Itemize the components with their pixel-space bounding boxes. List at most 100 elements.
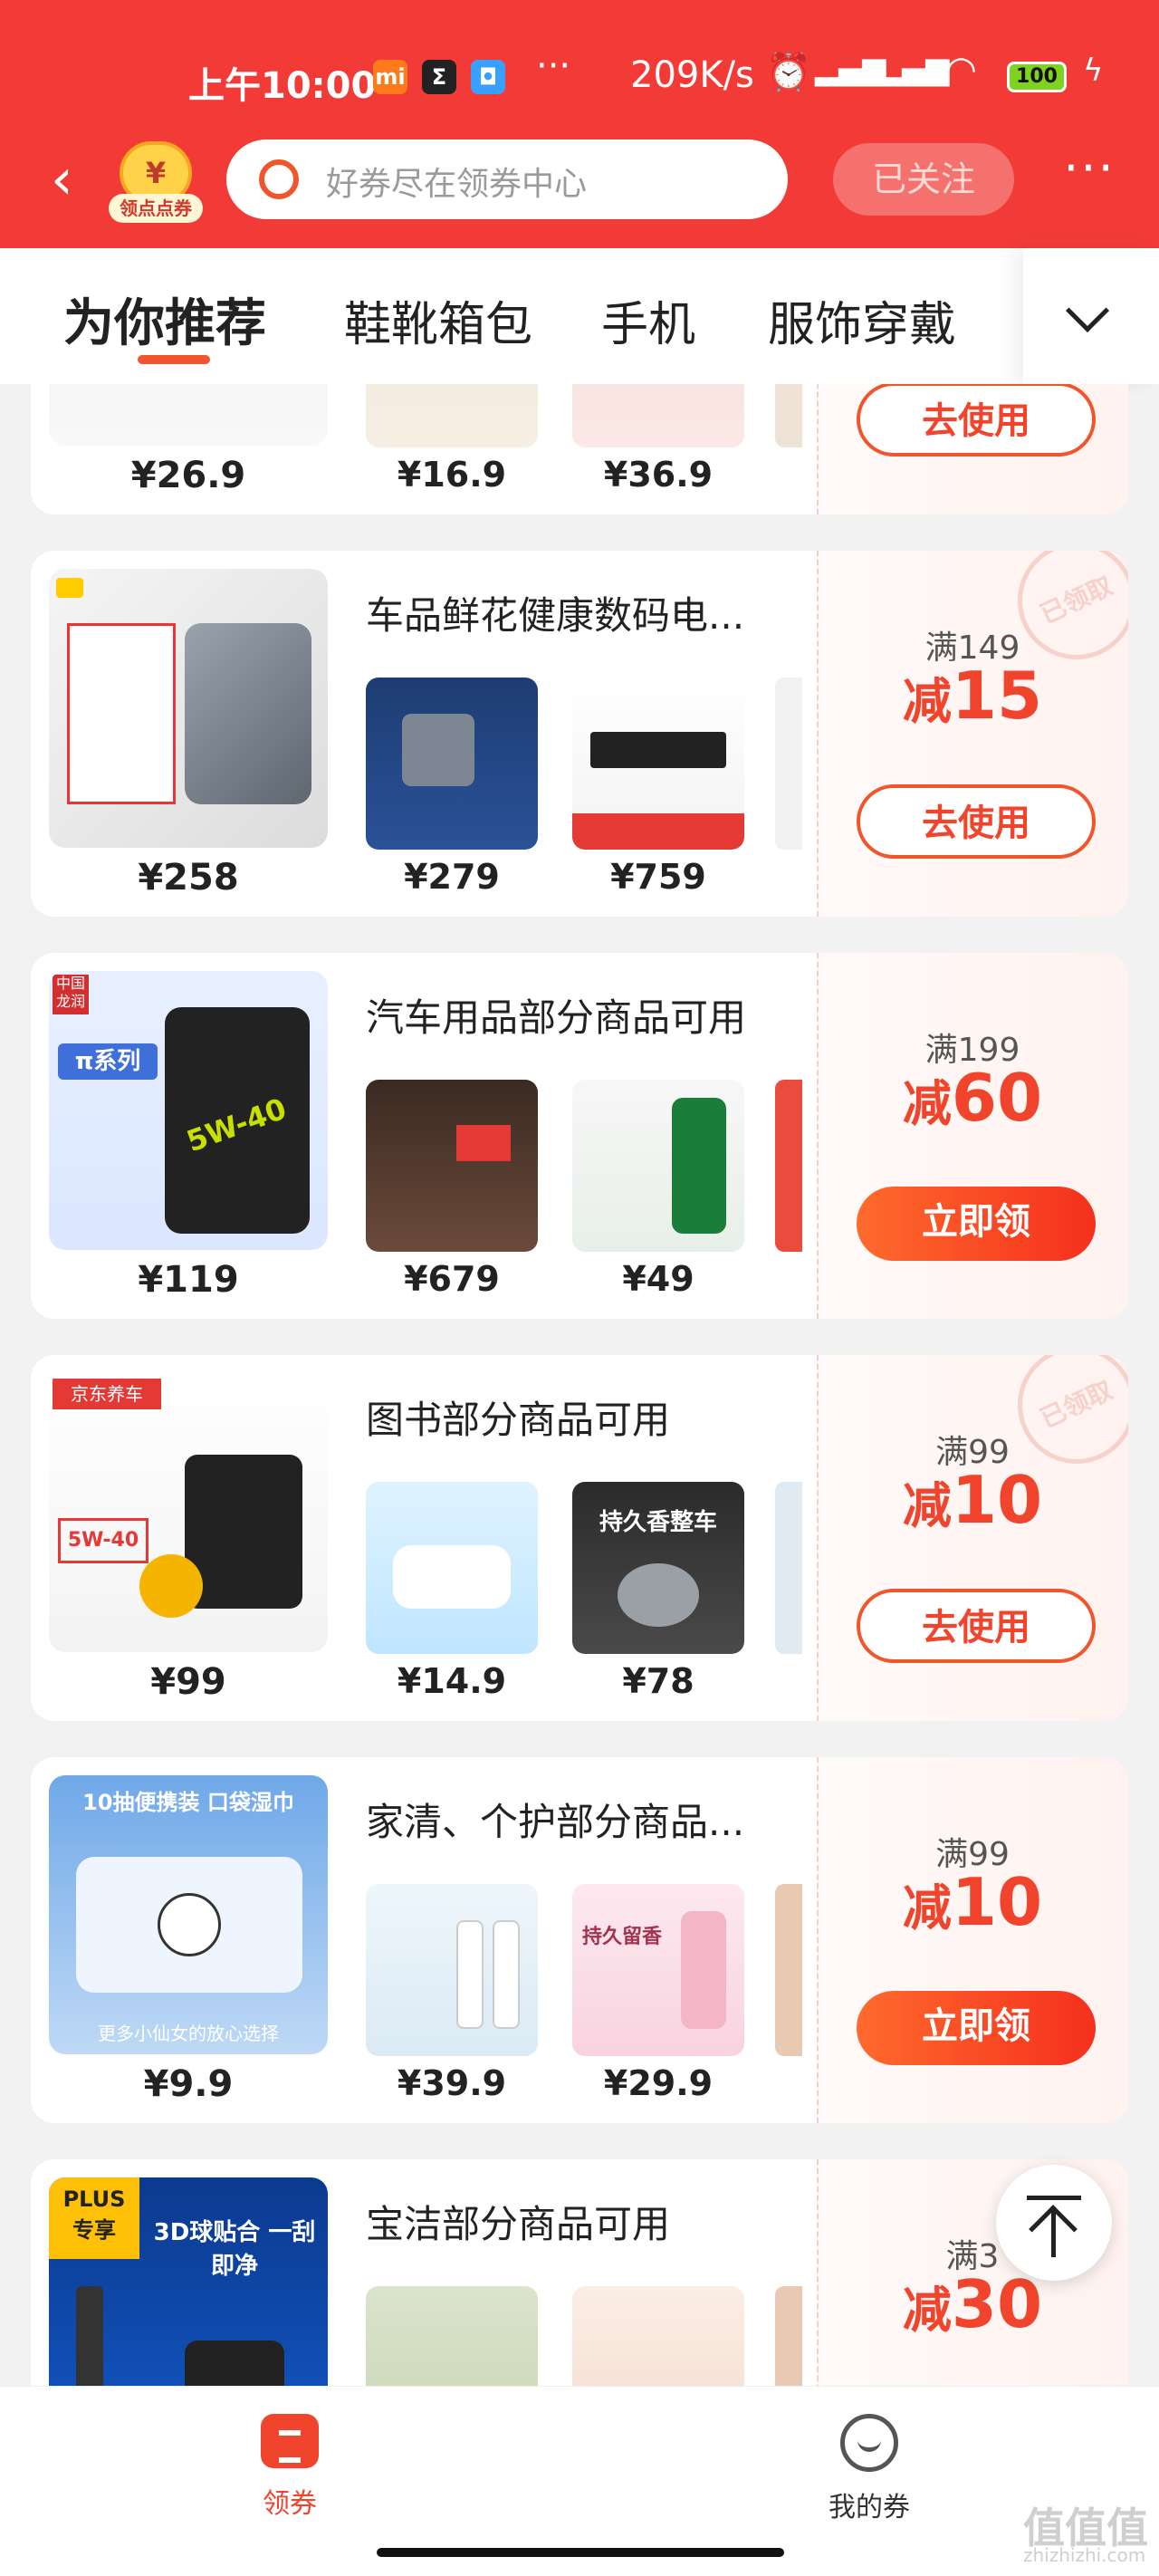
more-options-icon[interactable]: ··· <box>1058 144 1121 205</box>
tab-expand-button[interactable] <box>1023 248 1159 384</box>
sigma-app-icon: Σ <box>422 60 456 94</box>
product-thumb[interactable] <box>366 2286 538 2386</box>
product-thumb[interactable]: 持久香整车 <box>572 1482 744 1654</box>
product-image[interactable] <box>49 569 328 848</box>
image-headline: 10抽便携装 口袋湿巾 <box>82 1790 294 1815</box>
wifi-icon: ◠ <box>945 49 977 91</box>
product-thumb[interactable] <box>366 678 538 850</box>
thumb-price: ¥14.9 <box>397 1661 507 1701</box>
thumb-price: ¥279 <box>404 857 500 897</box>
product-thumb[interactable] <box>572 678 744 850</box>
use-coupon-button[interactable]: 去使用 <box>857 784 1096 859</box>
thumb-headline: 持久留香 <box>581 1926 662 1948</box>
net-speed: 209K/s <box>630 54 754 96</box>
search-bar[interactable]: 好券尽在领券中心 <box>226 139 788 219</box>
product-thumb[interactable] <box>572 2286 744 2386</box>
product-price: ¥26.9 <box>130 455 246 496</box>
thumb-price: ¥29.9 <box>603 2063 714 2103</box>
nav-my-coupons[interactable]: 我的券 <box>779 2414 960 2524</box>
product-thumb[interactable] <box>366 1884 538 2056</box>
use-coupon-button[interactable]: 去使用 <box>857 1589 1096 1663</box>
search-icon <box>259 159 299 199</box>
thumb-price: ¥36.9 <box>603 455 714 495</box>
points-badge-label: 领点点券 <box>109 194 203 223</box>
tab-recommended[interactable]: 为你推荐 <box>63 283 266 356</box>
product-thumb-peek <box>775 1482 802 1654</box>
brand-label: 京东养车 <box>53 1379 161 1409</box>
product-image[interactable]: 京东养车 5W-40 <box>49 1373 328 1652</box>
to-top-icon <box>1027 2196 1081 2200</box>
product-price: ¥258 <box>138 857 239 899</box>
claim-coupon-button[interactable]: 立即领 <box>857 1991 1096 2065</box>
product-thumb[interactable]: 持久留香 <box>572 1884 744 2056</box>
product-image[interactable] <box>49 384 328 446</box>
my-coupons-icon <box>840 2414 898 2472</box>
product-image[interactable]: 中国龙润 π系列 5W-40 <box>49 971 328 1250</box>
thumb-price: ¥49 <box>622 1259 694 1299</box>
coupon-discount: 减30 <box>902 2266 1043 2342</box>
coupon-title: 家清、个护部分商品... <box>366 1800 745 1844</box>
coupon-discount: 减15 <box>902 658 1043 734</box>
thumb-price: ¥679 <box>404 1259 500 1299</box>
product-thumb-peek <box>775 678 802 850</box>
product-image[interactable]: PLUS 专享 3D球贴合 一刮即净 <box>49 2177 328 2386</box>
charging-icon: ϟ <box>1083 53 1104 89</box>
back-to-top-button[interactable] <box>996 2165 1112 2281</box>
coupon-title: 车品鲜花健康数码电... <box>366 593 745 638</box>
coupon-title: 宝洁部分商品可用 <box>366 2202 671 2246</box>
tab-shoes-bags[interactable]: 鞋靴箱包 <box>344 286 532 354</box>
mi-app-icon: mi <box>373 60 407 94</box>
product-price: ¥119 <box>138 1259 239 1301</box>
search-placeholder: 好券尽在领券中心 <box>326 166 588 203</box>
brand-logo: 中国龙润 <box>53 975 89 1014</box>
category-tabs: 为你推荐 鞋靴箱包 手机 服饰穿戴 <box>0 248 1159 384</box>
product-thumb[interactable] <box>366 1080 538 1252</box>
oil-grade: 5W-40 <box>58 1518 148 1563</box>
claim-coupon-button[interactable]: 立即领 <box>857 1187 1096 1261</box>
more-notifications-icon: ··· <box>536 45 571 87</box>
alarm-icon: ⏰ <box>766 52 811 93</box>
watermark-url: zhizhizhi.com <box>1023 2544 1146 2566</box>
nav-label: 领券 <box>263 2488 317 2520</box>
thumb-price: ¥759 <box>610 857 706 897</box>
nav-get-coupons[interactable]: 领券 <box>199 2414 380 2521</box>
coupon-discount: 减10 <box>902 1864 1043 1940</box>
coupon-side-panel <box>817 1757 1128 2123</box>
thumb-headline: 持久香整车 <box>599 1509 717 1536</box>
coupon-title: 图书部分商品可用 <box>366 1398 671 1442</box>
product-thumb-peek <box>775 384 802 447</box>
tab-phones[interactable]: 手机 <box>601 286 695 354</box>
back-arrow-icon[interactable]: ‹ <box>51 151 105 208</box>
home-indicator[interactable] <box>377 2548 784 2557</box>
coupon-card: PLUS 专享 3D球贴合 一刮即净 宝洁部分商品可用 满3 减30 <box>31 2159 1128 2386</box>
use-coupon-button[interactable]: 去使用 <box>857 384 1096 457</box>
coupon-card: 已领取 ¥258 车品鲜花健康数码电... ¥279 ¥759 满149 减15 <box>31 551 1128 917</box>
chevron-down-icon <box>1065 288 1110 333</box>
bottom-navigation: 领券 我的券 值值值 zhizhizhi.com <box>0 2386 1159 2576</box>
coupon-card: ¥26.9 ¥16.9 ¥36.9 去使用 <box>31 384 1128 514</box>
product-thumb[interactable] <box>572 384 744 447</box>
product-thumb[interactable] <box>572 1080 744 1252</box>
coupon-icon <box>261 2414 319 2468</box>
thumb-price: ¥78 <box>622 1661 694 1701</box>
battery-icon: 100 <box>1007 62 1067 92</box>
series-label: π系列 <box>58 1043 158 1080</box>
points-coupon-badge[interactable]: ¥ 领点点券 <box>109 136 203 226</box>
product-thumb[interactable] <box>366 384 538 447</box>
product-price: ¥9.9 <box>143 2063 234 2105</box>
coupon-card: 10抽便携装 口袋湿巾 更多小仙女的放心选择 ¥9.9 家清、个护部分商品...… <box>31 1757 1128 2123</box>
follow-button[interactable]: 已关注 <box>833 143 1014 216</box>
product-thumb-peek <box>775 2286 802 2386</box>
image-headline: 3D球贴合 一刮即净 <box>153 2219 316 2280</box>
product-thumb[interactable] <box>366 1482 538 1654</box>
thumb-price: ¥16.9 <box>397 455 507 495</box>
active-tab-indicator <box>138 355 210 364</box>
thumb-price: ¥39.9 <box>397 2063 507 2103</box>
tab-apparel[interactable]: 服饰穿戴 <box>768 286 956 354</box>
coupon-list: ¥26.9 ¥16.9 ¥36.9 去使用 已领取 ¥258 车品鲜花健康数码电… <box>0 384 1159 2386</box>
signal-1-icon: ▂▄▆ <box>815 51 886 87</box>
plus-badge: PLUS 专享 <box>49 2177 139 2259</box>
coupon-card: 中国龙润 π系列 5W-40 ¥119 汽车用品部分商品可用 ¥679 ¥49 … <box>31 953 1128 1319</box>
product-image[interactable]: 10抽便携装 口袋湿巾 更多小仙女的放心选择 <box>49 1775 328 2054</box>
top-header: 上午10:00 mi Σ ◘ ··· 209K/s ⏰ ▂▄▆ ▂▄▆ ◠ 10… <box>0 0 1159 248</box>
